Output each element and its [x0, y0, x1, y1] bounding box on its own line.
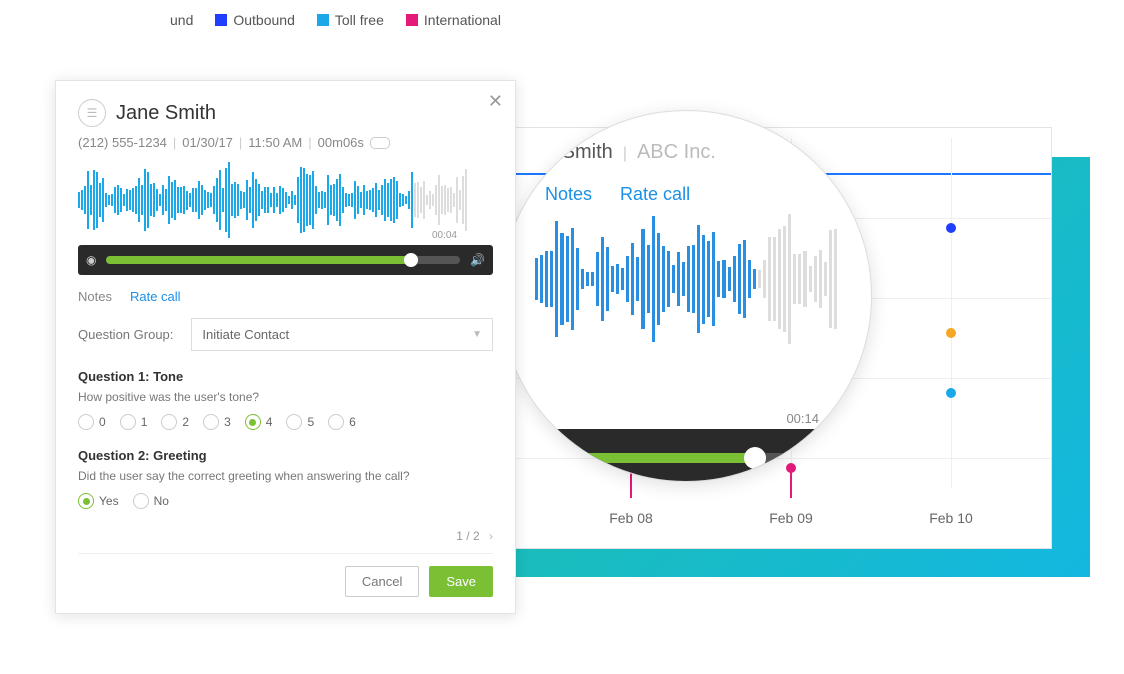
radio-option[interactable]: 6	[328, 414, 356, 430]
radio-option[interactable]: 5	[286, 414, 314, 430]
call-detail-modal: ✕ ☰ Jane Smith (212) 555-1234| 01/30/17|…	[55, 80, 516, 614]
contact-name: Jane Smith	[116, 102, 216, 125]
modal-header: ☰ Jane Smith	[78, 99, 493, 127]
radio-label: 3	[224, 415, 231, 429]
tab-notes[interactable]: Notes	[545, 184, 592, 205]
question-1-text: How positive was the user's tone?	[78, 390, 493, 404]
close-icon[interactable]: ✕	[488, 91, 503, 112]
radio-icon	[161, 414, 177, 430]
question-group-select[interactable]: Initiate Contact ▼	[191, 318, 493, 351]
zoom-header: e Smith | ABC Inc.	[545, 141, 847, 164]
player-thumb[interactable]	[404, 253, 418, 267]
grid-line	[951, 138, 952, 488]
question-2-text: Did the user say the correct greeting wh…	[78, 469, 493, 483]
legend-item: Outbound	[215, 12, 295, 28]
radio-label: 2	[182, 415, 189, 429]
select-value: Initiate Contact	[202, 327, 289, 342]
player-track[interactable]	[529, 453, 843, 463]
radio-option[interactable]: 2	[161, 414, 189, 430]
modal-tabs: Notes Rate call	[78, 289, 493, 304]
link-icon[interactable]	[370, 137, 390, 149]
radio-option[interactable]: Yes	[78, 493, 119, 509]
question-group-row: Question Group: Initiate Contact ▼	[78, 318, 493, 351]
play-icon[interactable]: ◉	[86, 253, 96, 267]
cancel-button[interactable]: Cancel	[345, 566, 419, 597]
radio-icon	[203, 414, 219, 430]
radio-label: No	[154, 494, 169, 508]
audio-player: ◉ 🔊	[78, 245, 493, 275]
data-point[interactable]	[946, 328, 956, 338]
legend-swatch	[215, 14, 227, 26]
player-track[interactable]	[106, 256, 460, 264]
radio-label: 0	[99, 415, 106, 429]
radio-option[interactable]: 0	[78, 414, 106, 430]
zoom-contact-name: e Smith	[545, 141, 613, 164]
call-time: 11:50 AM	[248, 135, 302, 150]
legend-label: Outbound	[233, 12, 295, 28]
legend-swatch	[317, 14, 329, 26]
zoom-callout: e Smith | ABC Inc. Notes Rate call 00:14	[500, 110, 872, 482]
radio-label: Yes	[99, 494, 119, 508]
tab-notes[interactable]: Notes	[78, 289, 112, 304]
chevron-right-icon[interactable]: ›	[489, 529, 493, 543]
question-1-title: Question 1: Tone	[78, 369, 493, 384]
x-tick-label: Feb 10	[911, 510, 991, 526]
modal-footer: Cancel Save	[78, 553, 493, 597]
question-2-options: Yes No	[78, 493, 493, 509]
player-thumb[interactable]	[744, 447, 766, 469]
chevron-down-icon: ▼	[472, 329, 482, 340]
legend-swatch	[406, 14, 418, 26]
radio-option[interactable]: 3	[203, 414, 231, 430]
legend-item: International	[406, 12, 501, 28]
call-duration: 00m06s	[318, 135, 364, 150]
waveform-time-marker: 00:04	[78, 230, 493, 241]
audio-player-large	[511, 429, 861, 482]
waveform-time-marker: 00:14	[786, 411, 819, 426]
waveform-small[interactable]	[78, 164, 493, 236]
chart-legend: und Outbound Toll free International	[170, 12, 501, 28]
legend-item: und	[170, 12, 193, 28]
radio-option[interactable]: No	[133, 493, 169, 509]
question-2-title: Question 2: Greeting	[78, 448, 493, 463]
radio-label: 1	[141, 415, 148, 429]
radio-icon	[120, 414, 136, 430]
legend-label: und	[170, 12, 193, 28]
contact-icon: ☰	[78, 99, 106, 127]
radio-icon	[328, 414, 344, 430]
radio-option[interactable]: 1	[120, 414, 148, 430]
call-date: 01/30/17	[182, 135, 233, 150]
x-tick-label: Feb 09	[751, 510, 831, 526]
waveform-large[interactable]	[535, 219, 837, 339]
tab-rate-call[interactable]: Rate call	[130, 289, 181, 304]
call-meta: (212) 555-1234| 01/30/17| 11:50 AM| 00m0…	[78, 135, 493, 150]
legend-item: Toll free	[317, 12, 384, 28]
tab-rate-call[interactable]: Rate call	[620, 184, 690, 205]
volume-icon[interactable]: 🔊	[470, 253, 485, 267]
radio-icon	[245, 414, 261, 430]
phone-number: (212) 555-1234	[78, 135, 167, 150]
page-indicator: 1 / 2	[456, 529, 479, 543]
radio-icon	[78, 414, 94, 430]
radio-icon	[133, 493, 149, 509]
pager: 1 / 2 ›	[78, 529, 493, 543]
x-tick-label: Feb 08	[591, 510, 671, 526]
data-point[interactable]	[946, 388, 956, 398]
data-point[interactable]	[946, 223, 956, 233]
question-group-label: Question Group:	[78, 327, 173, 342]
radio-label: 4	[266, 415, 273, 429]
player-progress	[106, 256, 410, 264]
radio-icon	[286, 414, 302, 430]
legend-label: Toll free	[335, 12, 384, 28]
question-1-options: 0 1 2 3 4 5 6	[78, 414, 493, 430]
zoom-tabs: Notes Rate call	[545, 184, 847, 205]
radio-label: 6	[349, 415, 356, 429]
player-progress	[529, 453, 755, 463]
save-button[interactable]: Save	[429, 566, 493, 597]
radio-icon	[78, 493, 94, 509]
radio-label: 5	[307, 415, 314, 429]
legend-label: International	[424, 12, 501, 28]
zoom-company: ABC Inc.	[637, 141, 716, 164]
radio-option[interactable]: 4	[245, 414, 273, 430]
